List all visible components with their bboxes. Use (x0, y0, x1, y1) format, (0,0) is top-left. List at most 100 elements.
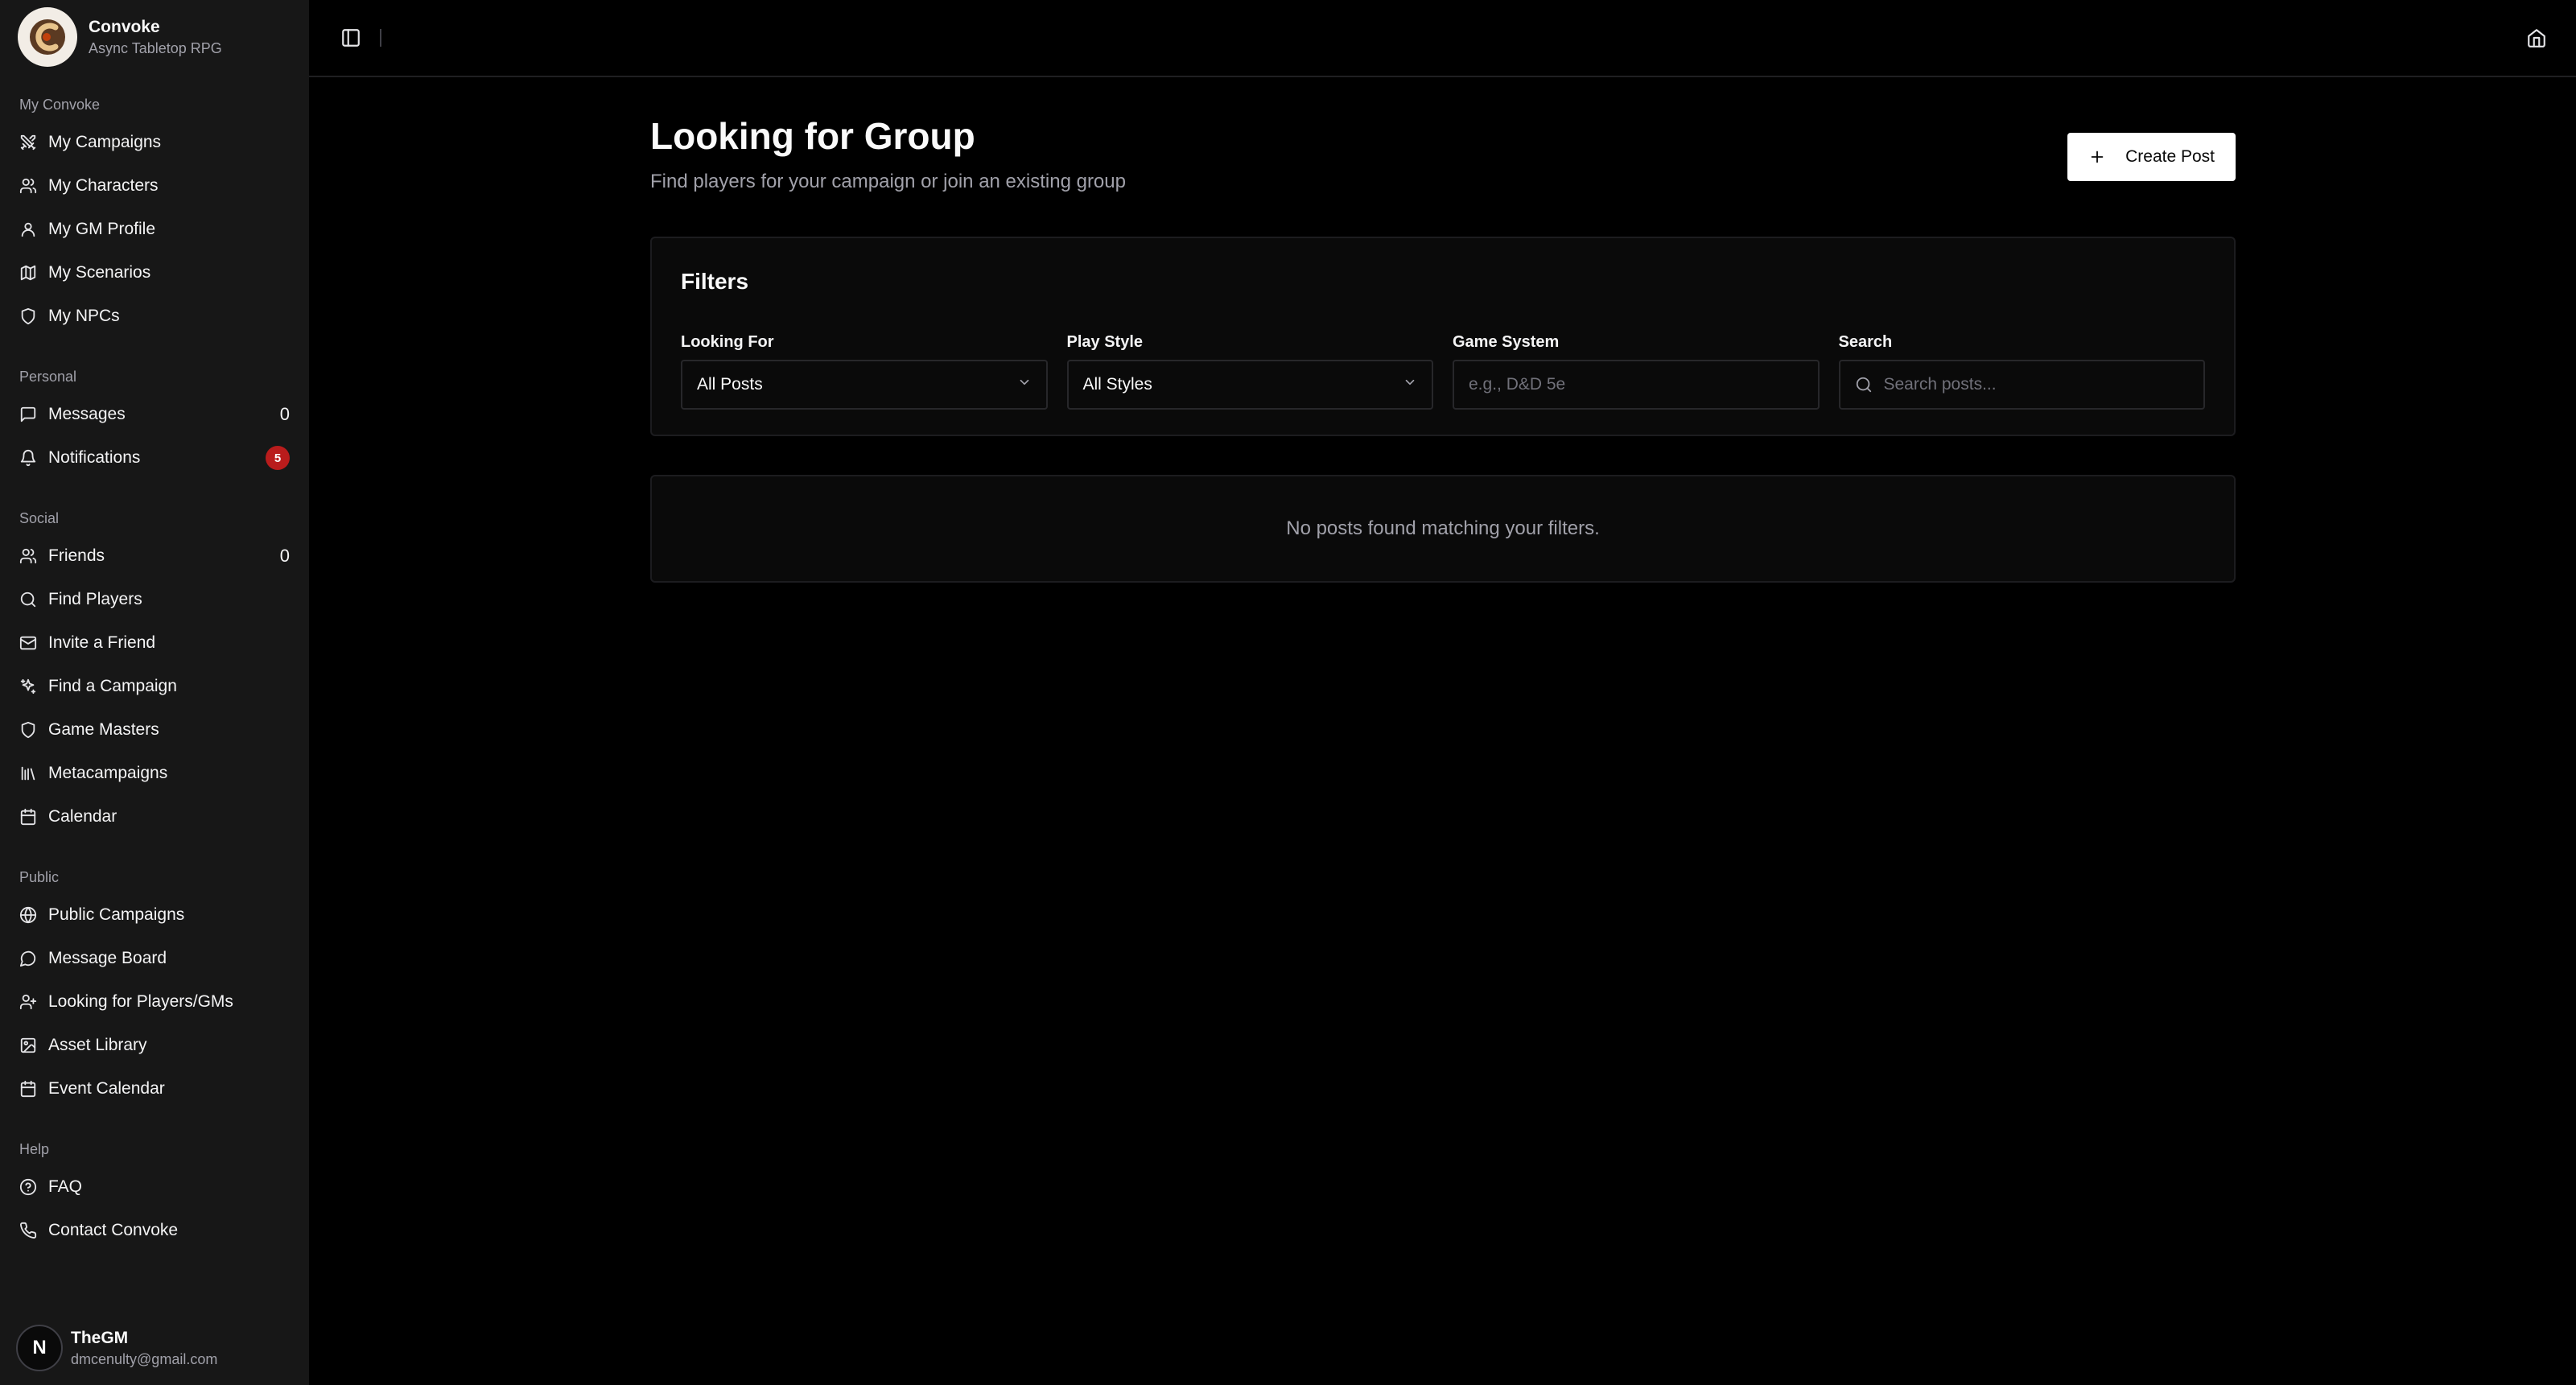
sidebar-item-looking-for-players-gms[interactable]: Looking for Players/GMs (0, 980, 309, 1024)
page-subtitle: Find players for your campaign or join a… (650, 171, 1126, 192)
play-style-label: Play Style (1066, 333, 1144, 351)
looking-for-value: All Posts (697, 375, 763, 394)
calendar-icon (19, 808, 37, 826)
sidebar-item-notifications[interactable]: Notifications 5 (0, 436, 309, 480)
sidebar-item-messages[interactable]: Messages 0 (0, 393, 309, 436)
sidebar-item-label: My Characters (48, 176, 159, 195)
friends-count: 0 (279, 546, 290, 566)
mail-icon (19, 634, 37, 652)
sidebar-item-find-players[interactable]: Find Players (0, 578, 309, 621)
sidebar-item-label: Friends (48, 546, 105, 565)
group-label-public: Public (19, 869, 60, 885)
play-style-value: All Styles (1082, 375, 1152, 394)
sidebar-item-label: Calendar (48, 807, 117, 826)
user-icon (19, 221, 37, 238)
message-circle-icon (19, 950, 37, 967)
sidebar-item-label: Invite a Friend (48, 633, 156, 652)
sidebar-item-public-campaigns[interactable]: Public Campaigns (0, 893, 309, 937)
sidebar-item-my-gm-profile[interactable]: My GM Profile (0, 208, 309, 251)
sidebar-item-my-characters[interactable]: My Characters (0, 164, 309, 208)
sidebar-toggle-icon[interactable] (340, 27, 362, 49)
sidebar: Convoke Async Tabletop RPG My Convoke My… (0, 0, 309, 1385)
sidebar-item-friends[interactable]: Friends 0 (0, 534, 309, 578)
sidebar-item-my-npcs[interactable]: My NPCs (0, 295, 309, 338)
messages-count: 0 (279, 404, 290, 424)
sidebar-item-calendar[interactable]: Calendar (0, 795, 309, 839)
shield-icon (19, 307, 37, 325)
search-label: Search (1838, 333, 1893, 351)
sidebar-item-label: Public Campaigns (48, 905, 185, 924)
sidebar-item-label: My GM Profile (48, 220, 156, 238)
bell-icon (19, 449, 37, 467)
shield-icon (19, 721, 37, 739)
sidebar-item-find-a-campaign[interactable]: Find a Campaign (0, 665, 309, 708)
play-style-select[interactable]: All Styles (1066, 360, 1433, 410)
sidebar-item-label: Metacampaigns (48, 764, 168, 782)
user-email: dmcenulty@gmail.com (71, 1350, 218, 1367)
sidebar-item-asset-library[interactable]: Asset Library (0, 1024, 309, 1067)
swords-icon (19, 134, 37, 151)
looking-for-select[interactable]: All Posts (681, 360, 1048, 410)
sidebar-item-label: Find Players (48, 590, 142, 608)
group-label-personal: Personal (19, 369, 77, 385)
create-post-label: Create Post (2125, 147, 2215, 166)
group-label-help: Help (19, 1141, 50, 1157)
topbar (309, 0, 2576, 77)
home-icon[interactable] (2526, 27, 2549, 50)
sidebar-item-label: Message Board (48, 949, 167, 967)
sidebar-item-label: Asset Library (48, 1036, 147, 1054)
looking-for-label: Looking For (681, 333, 774, 351)
search-icon (19, 591, 37, 608)
filters-title: Filters (681, 269, 749, 294)
game-system-input[interactable] (1469, 375, 1803, 394)
sidebar-item-faq[interactable]: FAQ (0, 1165, 309, 1209)
image-icon (19, 1037, 37, 1054)
sidebar-item-event-calendar[interactable]: Event Calendar (0, 1067, 309, 1111)
sidebar-item-invite-a-friend[interactable]: Invite a Friend (0, 621, 309, 665)
sidebar-item-metacampaigns[interactable]: Metacampaigns (0, 752, 309, 795)
sidebar-item-my-campaigns[interactable]: My Campaigns (0, 121, 309, 164)
group-label-social: Social (19, 510, 60, 526)
sidebar-item-contact-convoke[interactable]: Contact Convoke (0, 1209, 309, 1252)
search-icon (1855, 376, 1884, 394)
sidebar-item-label: Game Masters (48, 720, 159, 739)
search-input[interactable] (1883, 375, 2189, 394)
sidebar-item-label: My Scenarios (48, 263, 151, 282)
sidebar-item-label: Contact Convoke (48, 1221, 179, 1239)
game-system-field[interactable] (1453, 360, 1820, 410)
user-plus-icon (19, 993, 37, 1011)
sidebar-item-label: Messages (48, 405, 126, 423)
phone-icon (19, 1222, 37, 1239)
create-post-button[interactable]: Create Post (2067, 133, 2236, 181)
empty-state: No posts found matching your filters. (650, 475, 2236, 583)
globe-icon (19, 906, 37, 924)
sidebar-item-label: Event Calendar (48, 1079, 165, 1098)
user-name: TheGM (71, 1328, 129, 1347)
sidebar-item-label: Looking for Players/GMs (48, 992, 233, 1011)
map-icon (19, 264, 37, 282)
app-name: Convoke (89, 17, 160, 36)
users-icon (19, 177, 37, 195)
sparkles-icon (19, 678, 37, 695)
sidebar-item-my-scenarios[interactable]: My Scenarios (0, 251, 309, 295)
chevron-down-icon (1017, 375, 1032, 394)
search-field[interactable] (1838, 360, 2205, 410)
users-icon (19, 547, 37, 565)
topbar-divider (380, 29, 381, 47)
notifications-badge: 5 (266, 446, 290, 470)
sidebar-item-label: My Campaigns (48, 133, 162, 151)
help-circle-icon (19, 1178, 37, 1196)
convoke-logo (18, 7, 77, 67)
sidebar-item-label: Find a Campaign (48, 677, 177, 695)
library-icon (19, 765, 37, 782)
sidebar-item-message-board[interactable]: Message Board (0, 937, 309, 980)
avatar: N (16, 1325, 63, 1371)
sidebar-item-label: Notifications (48, 448, 141, 467)
user-menu[interactable]: N TheGM dmcenulty@gmail.com (0, 1311, 309, 1385)
game-system-label: Game System (1453, 333, 1560, 351)
brand[interactable]: Convoke Async Tabletop RPG (0, 0, 309, 74)
plus-icon (2091, 150, 2104, 163)
sidebar-item-label: My NPCs (48, 307, 120, 325)
sidebar-item-game-masters[interactable]: Game Masters (0, 708, 309, 752)
sidebar-item-label: FAQ (48, 1177, 83, 1196)
